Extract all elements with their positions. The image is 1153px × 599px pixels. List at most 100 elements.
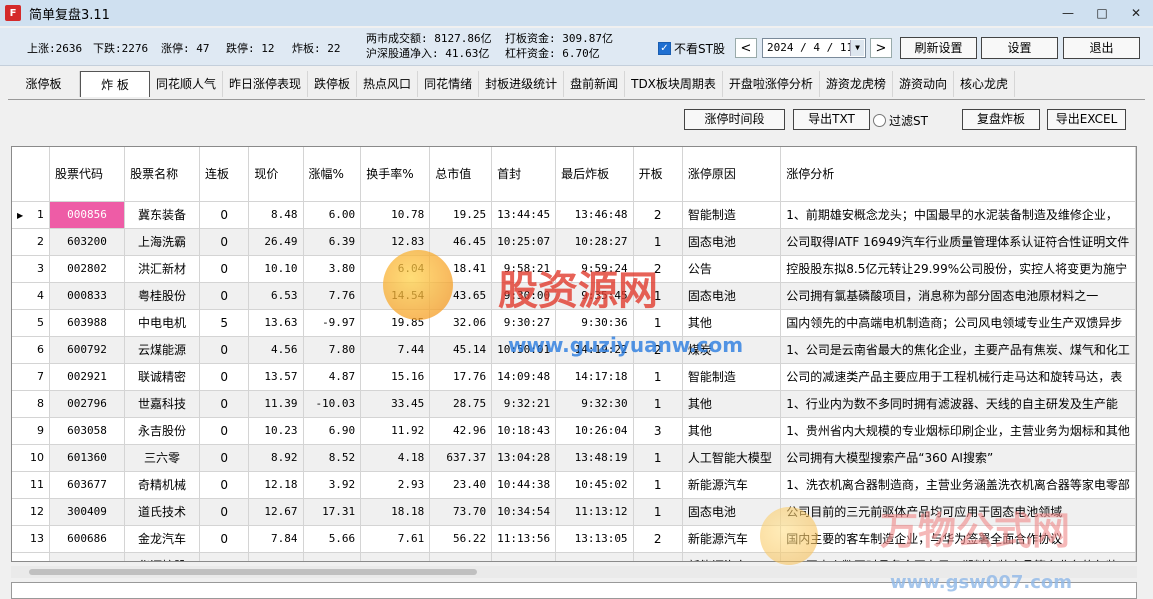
header-streak[interactable]: 连板 bbox=[199, 147, 250, 202]
table-cell[interactable]: 10:44:38 bbox=[491, 471, 557, 499]
table-row[interactable]: 4 000833 粤桂股份 0 6.53 7.76 14.54 43.65 9:30:00 9:3… bbox=[12, 282, 1136, 310]
radio-icon[interactable] bbox=[873, 114, 886, 127]
table-cell[interactable]: 11:13:56 bbox=[491, 525, 557, 553]
row-number-cell[interactable]: 14 bbox=[12, 552, 51, 561]
table-cell[interactable]: 3.80 bbox=[303, 255, 362, 283]
table-cell[interactable]: 5.66 bbox=[303, 525, 362, 553]
table-cell[interactable]: 9:32:21 bbox=[491, 390, 557, 418]
table-cell[interactable]: 云煤能源 bbox=[124, 336, 201, 364]
row-number-cell[interactable]: 12 bbox=[12, 498, 51, 526]
header-turnover[interactable]: 换手率% bbox=[360, 147, 431, 202]
table-cell[interactable]: 8.48 bbox=[248, 201, 304, 229]
table-cell[interactable]: 10:28:27 bbox=[555, 228, 634, 256]
table-cell[interactable]: 固态电池 bbox=[682, 228, 782, 256]
table-cell[interactable]: 002802 bbox=[49, 255, 126, 283]
table-cell[interactable]: 14:09:48 bbox=[491, 363, 557, 391]
table-cell[interactable]: 12.83 bbox=[360, 228, 431, 256]
close-button[interactable]: ✕ bbox=[1119, 0, 1153, 26]
table-cell[interactable]: 002787 bbox=[49, 552, 126, 561]
table-cell[interactable]: 000856 bbox=[49, 201, 126, 229]
table-cell[interactable]: 26.49 bbox=[248, 228, 304, 256]
tab-hot-money-flow[interactable]: 游资动向 bbox=[893, 71, 954, 97]
table-cell[interactable]: 600792 bbox=[49, 336, 126, 364]
table-row[interactable]: 6 600792 云煤能源 0 4.56 7.80 7.44 45.14 10:50:01 14:… bbox=[12, 336, 1136, 364]
row-number-cell[interactable]: 11 bbox=[12, 471, 51, 499]
table-row[interactable]: 7 002921 联诚精密 0 13.57 4.87 15.16 17.76 14:09:48 1… bbox=[12, 363, 1136, 391]
table-row[interactable]: 14002787华源控股07.817.137.7625.889:30:1510:… bbox=[12, 552, 1136, 561]
table-cell[interactable]: 1 bbox=[633, 363, 683, 391]
table-cell[interactable]: 公告 bbox=[682, 255, 782, 283]
tab-limit-up[interactable]: 涨停板 bbox=[8, 71, 80, 97]
table-cell[interactable]: 10.23 bbox=[248, 417, 304, 445]
table-cell[interactable]: 公司取得IATF 16949汽车行业质量管理体系认证符合性证明文件 bbox=[780, 228, 1136, 256]
table-row[interactable]: 10 601360 三六零 0 8.92 8.52 4.18 637.37 13:04:28 13… bbox=[12, 444, 1136, 472]
table-cell[interactable]: 9:35:45 bbox=[555, 282, 634, 310]
table-cell[interactable]: 10.78 bbox=[360, 201, 431, 229]
table-cell[interactable]: 45.14 bbox=[429, 336, 493, 364]
table-cell[interactable]: 新能源汽车 bbox=[682, 525, 782, 553]
table-cell[interactable]: 0 bbox=[199, 336, 250, 364]
table-cell[interactable]: 002921 bbox=[49, 363, 126, 391]
table-cell[interactable]: 国内主要的客车制造企业，与华为签署全面合作协议 bbox=[780, 525, 1136, 553]
table-cell[interactable]: 奇精机械 bbox=[124, 471, 201, 499]
table-cell[interactable]: 13.57 bbox=[248, 363, 304, 391]
table-cell[interactable]: 19.85 bbox=[360, 309, 431, 337]
exit-button[interactable]: 退出 bbox=[1063, 37, 1140, 59]
table-cell[interactable]: 7.76 bbox=[360, 552, 431, 561]
table-cell[interactable]: 000833 bbox=[49, 282, 126, 310]
row-number-cell[interactable]: 4 bbox=[12, 282, 51, 310]
table-cell[interactable]: 8.92 bbox=[248, 444, 304, 472]
header-change[interactable]: 涨幅% bbox=[303, 147, 362, 202]
table-row[interactable]: 9 603058 永吉股份 0 10.23 6.90 11.92 42.96 10:18:43 1… bbox=[12, 417, 1136, 445]
row-number-cell[interactable]: 13 bbox=[12, 525, 51, 553]
table-cell[interactable]: 9:30:00 bbox=[491, 282, 557, 310]
table-cell[interactable]: 7.61 bbox=[360, 525, 431, 553]
header-analysis[interactable]: 涨停分析 bbox=[780, 147, 1136, 202]
table-cell[interactable]: 603988 bbox=[49, 309, 126, 337]
table-cell[interactable]: 0 bbox=[199, 201, 250, 229]
table-cell[interactable]: 4.87 bbox=[303, 363, 362, 391]
table-cell[interactable]: 公司拥有氯基磷酸项目，消息称为部分固态电池原材料之一 bbox=[780, 282, 1136, 310]
table-cell[interactable]: 7.44 bbox=[360, 336, 431, 364]
row-number-cell[interactable]: 9 bbox=[12, 417, 51, 445]
limit-time-button[interactable]: 涨停时间段 bbox=[684, 109, 785, 130]
header-price[interactable]: 现价 bbox=[248, 147, 304, 202]
table-cell[interactable]: -10.03 bbox=[303, 390, 362, 418]
table-cell[interactable]: 联诚精密 bbox=[124, 363, 201, 391]
refresh-settings-button[interactable]: 刷新设置 bbox=[900, 37, 977, 59]
table-cell[interactable]: 18.41 bbox=[429, 255, 493, 283]
dropdown-arrow-icon[interactable]: ▼ bbox=[850, 40, 864, 56]
table-cell[interactable]: 控股股东拟8.5亿元转让29.99%公司股份，实控人将变更为施宁 bbox=[780, 255, 1136, 283]
table-cell[interactable]: 13:44:45 bbox=[491, 201, 557, 229]
table-cell[interactable]: 0 bbox=[199, 525, 250, 553]
table-cell[interactable]: 10:18:43 bbox=[491, 417, 557, 445]
hide-st-checkbox[interactable]: ✓ 不看ST股 bbox=[658, 40, 725, 57]
table-cell[interactable]: 14:19:22 bbox=[555, 336, 634, 364]
tab-ths-popularity[interactable]: 同花顺人气 bbox=[150, 71, 224, 97]
minimize-button[interactable]: — bbox=[1051, 0, 1085, 26]
table-cell[interactable]: 固态电池 bbox=[682, 282, 782, 310]
filter-st-radio[interactable]: 过滤ST bbox=[873, 112, 928, 129]
table-cell[interactable]: 1 bbox=[633, 390, 683, 418]
tab-core-dragon[interactable]: 核心龙虎 bbox=[954, 71, 1015, 97]
table-cell[interactable]: 300409 bbox=[49, 498, 126, 526]
table-cell[interactable]: 9:59:24 bbox=[555, 255, 634, 283]
table-cell[interactable]: 14.54 bbox=[360, 282, 431, 310]
table-cell[interactable]: 19.25 bbox=[429, 201, 493, 229]
table-row[interactable]: 13 600686 金龙汽车 0 7.84 5.66 7.61 56.22 11:13:56 13… bbox=[12, 525, 1136, 553]
table-cell[interactable]: 10:15:54 bbox=[555, 552, 634, 561]
table-cell[interactable]: 2 bbox=[633, 255, 683, 283]
table-cell[interactable]: 73.70 bbox=[429, 498, 493, 526]
table-cell[interactable]: 0 bbox=[199, 552, 250, 561]
row-number-cell[interactable]: 5 bbox=[12, 309, 51, 337]
table-cell[interactable]: 9:30:15 bbox=[491, 552, 557, 561]
stock-grid[interactable]: 股票代码 股票名称 连板 现价 涨幅% 换手率% 总市值 首封 最后炸板 开板 … bbox=[11, 146, 1137, 562]
table-cell[interactable]: 13:48:19 bbox=[555, 444, 634, 472]
table-cell[interactable]: 13:04:28 bbox=[491, 444, 557, 472]
table-row[interactable]: 5 603988 中电电机 5 13.63 -9.97 19.85 32.06 9:30:27 9… bbox=[12, 309, 1136, 337]
table-cell[interactable]: 1 bbox=[633, 471, 683, 499]
table-cell[interactable]: 7.84 bbox=[248, 525, 304, 553]
table-cell[interactable]: 4.56 bbox=[248, 336, 304, 364]
table-cell[interactable]: 6.39 bbox=[303, 228, 362, 256]
table-cell[interactable]: 2.93 bbox=[360, 471, 431, 499]
